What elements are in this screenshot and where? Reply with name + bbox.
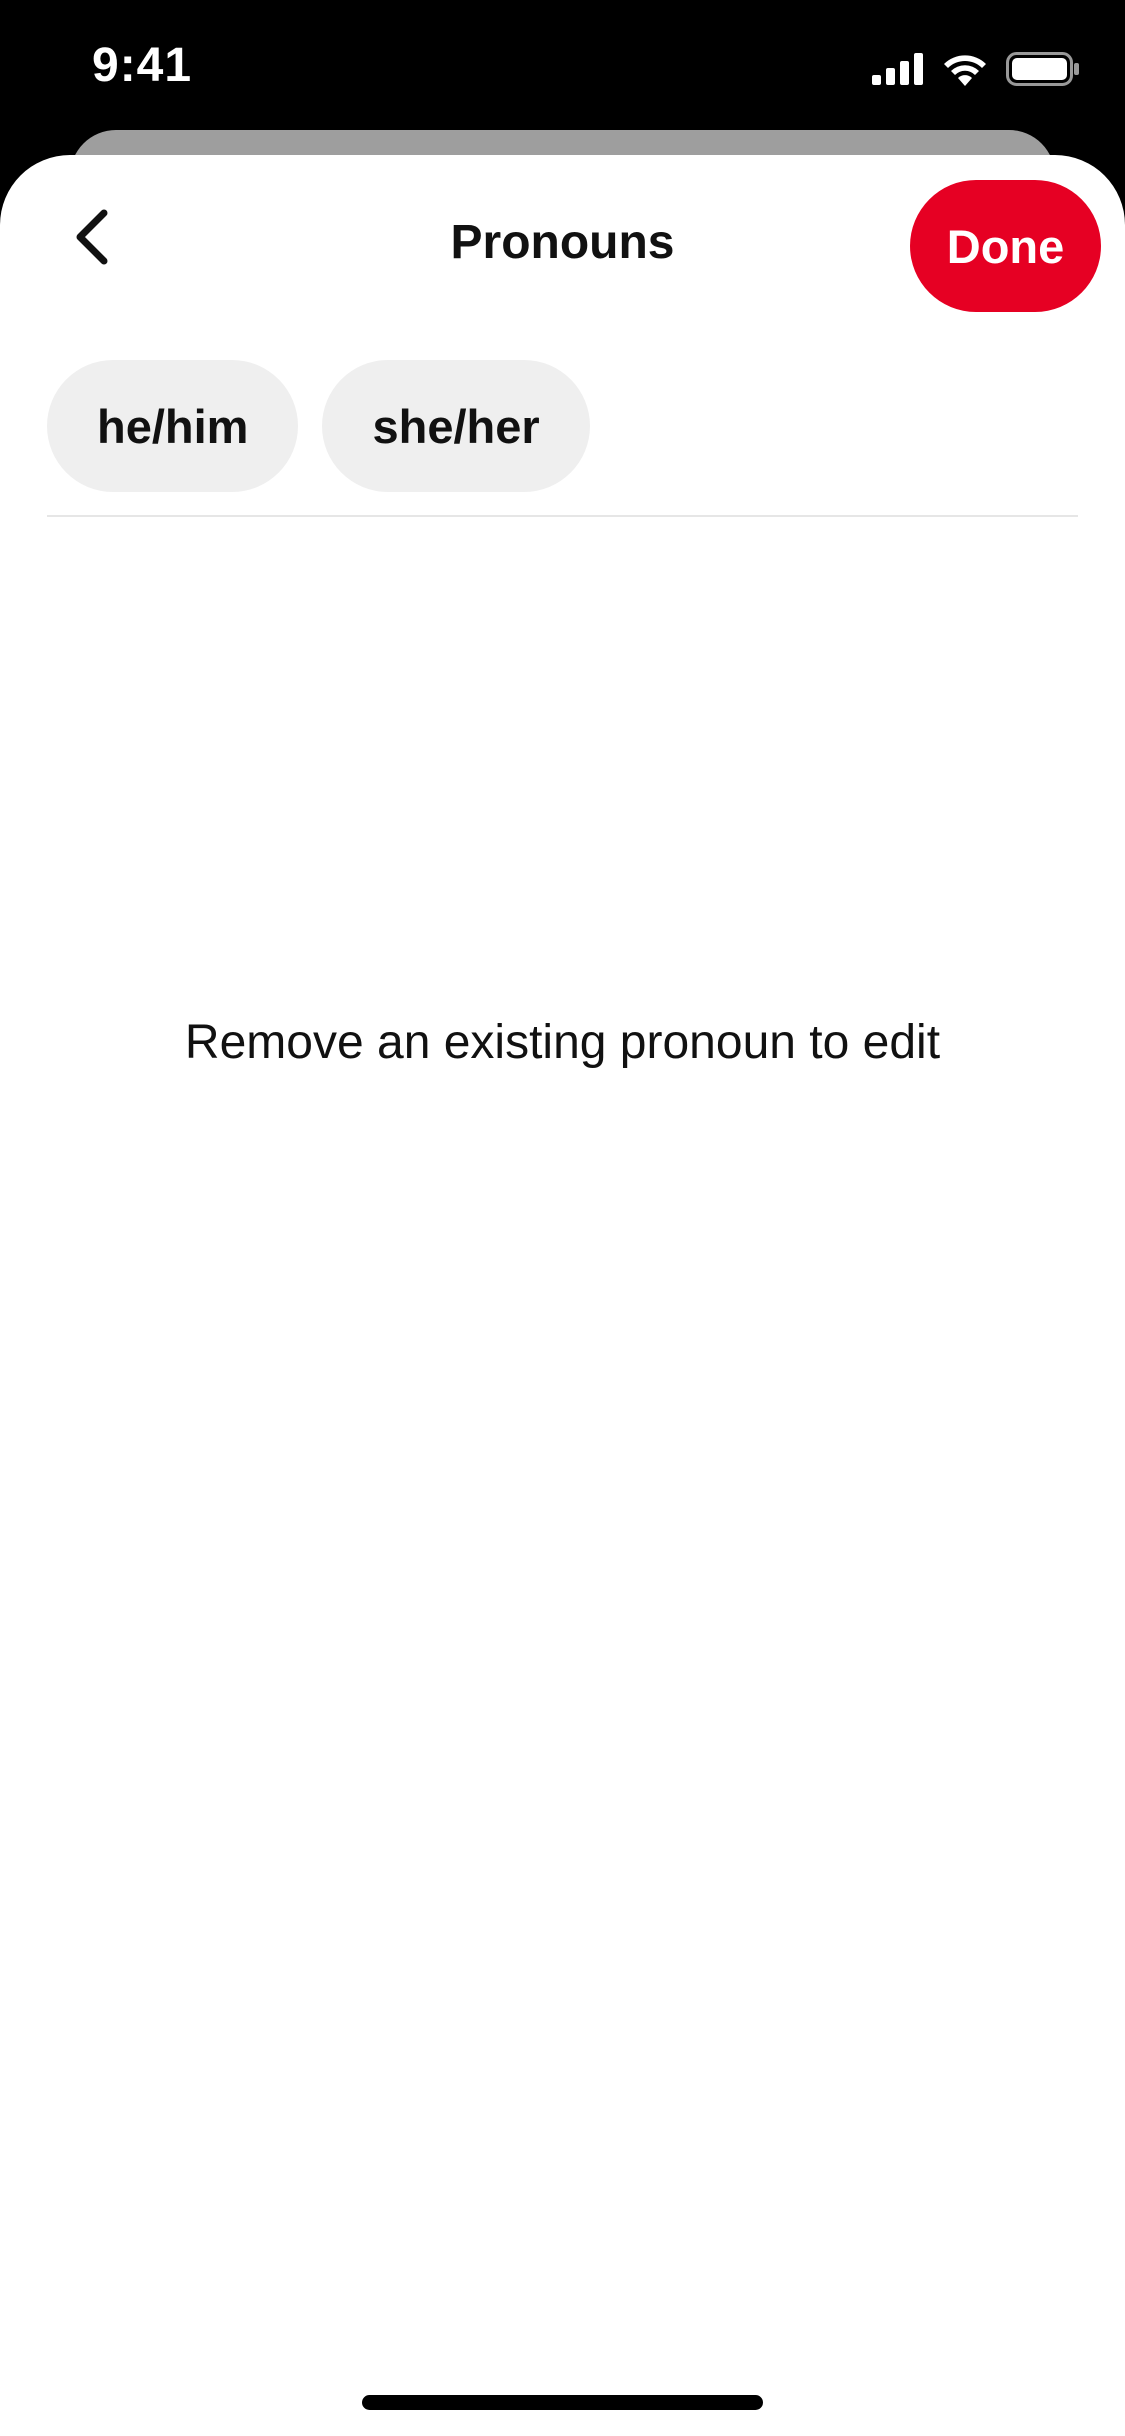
pronoun-chip-he-him[interactable]: he/him [47,360,299,492]
home-indicator [362,2395,763,2410]
header: Pronouns Done [0,155,1125,340]
hint-text: Remove an existing pronoun to edit [184,1016,941,1069]
status-bar: 9:41 [0,0,1125,130]
pronouns-sheet: Pronouns Done he/him she/her [0,155,1125,2436]
status-time: 9:41 [92,39,193,92]
pronoun-chip-she-her[interactable]: she/her [322,360,590,492]
divider [47,515,1078,517]
battery-icon [1006,52,1080,86]
status-icons [872,48,1080,90]
wifi-icon [942,52,988,86]
done-button[interactable]: Done [910,180,1101,312]
screen: 9:41 Pronouns Done he/him she/her Remove… [0,0,1125,2436]
signal-icon [872,53,924,85]
pronoun-chips: he/him she/her [47,360,590,492]
